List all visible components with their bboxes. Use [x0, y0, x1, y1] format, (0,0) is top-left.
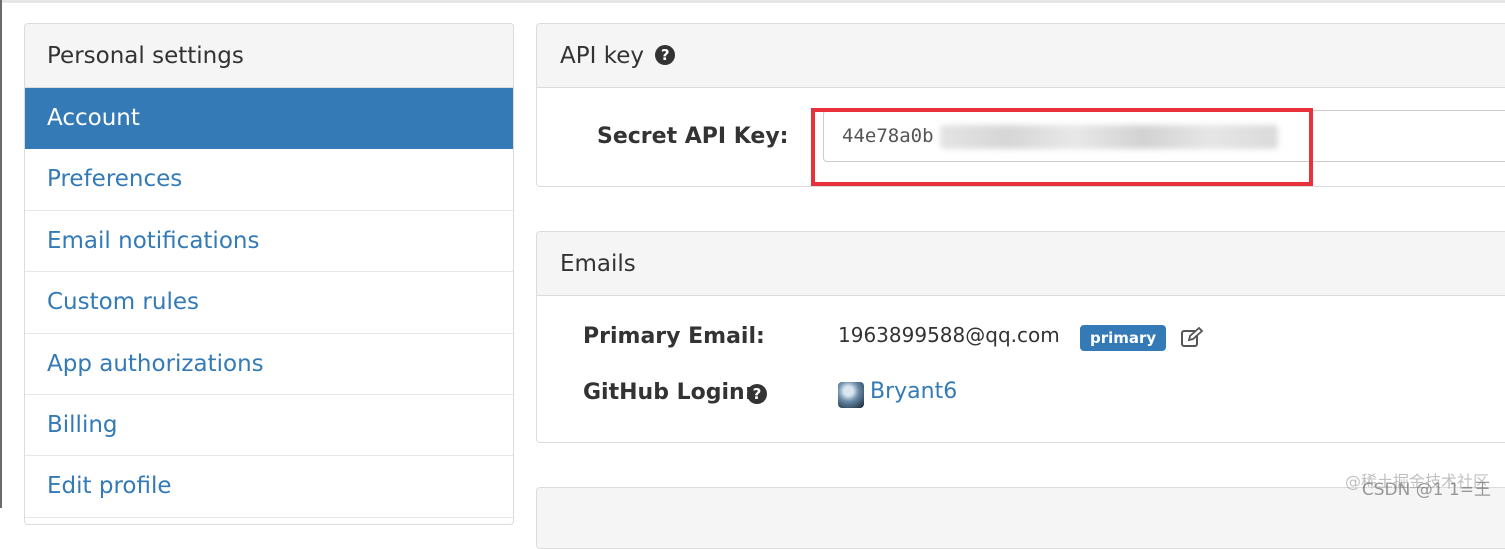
top-divider — [0, 0, 1505, 3]
question-circle-icon[interactable]: ? — [747, 384, 767, 404]
api-key-title: API key — [560, 43, 644, 69]
settings-sidebar: Personal settings Account Preferences Em… — [24, 23, 514, 525]
github-user-link[interactable]: Bryant6 — [870, 379, 957, 404]
question-circle-icon[interactable]: ? — [655, 44, 676, 65]
next-panel — [536, 487, 1505, 549]
api-key-panel-heading: API key ? — [537, 24, 1505, 88]
sidebar-item-edit-profile[interactable]: Edit profile — [25, 456, 513, 518]
secret-api-key-label: Secret API Key: — [597, 124, 789, 149]
edit-icon[interactable] — [1180, 326, 1204, 348]
secret-api-key-value: 44e78a0b — [842, 125, 934, 147]
sidebar-item-app-authorizations[interactable]: App authorizations — [25, 334, 513, 395]
sidebar-item-custom-rules[interactable]: Custom rules — [25, 272, 513, 334]
primary-badge: primary — [1080, 325, 1167, 351]
window-left-edge — [0, 0, 2, 508]
sidebar-title: Personal settings — [25, 24, 513, 88]
emails-title: Emails — [560, 251, 636, 277]
sidebar-item-account[interactable]: Account — [25, 88, 513, 150]
emails-body: Primary Email: 1963899588@qq.com primary… — [537, 296, 1505, 441]
sidebar-item-billing[interactable]: Billing — [25, 395, 513, 457]
api-key-panel: API key ? Secret API Key: 44e78a0b — [536, 23, 1505, 187]
sidebar-item-preferences[interactable]: Preferences — [25, 149, 513, 211]
primary-email-label: Primary Email: — [583, 324, 765, 349]
secret-api-key-field[interactable]: 44e78a0b — [823, 110, 1505, 162]
api-key-body: Secret API Key: 44e78a0b — [537, 88, 1505, 185]
next-panel-heading — [537, 488, 1505, 548]
primary-email-value: 1963899588@qq.com — [838, 323, 1060, 347]
github-login-label: GitHub Login: — [583, 380, 754, 405]
watermark-csdn: CSDN @1 1=王 — [1361, 480, 1491, 500]
github-avatar — [838, 382, 864, 408]
sidebar-item-email-notifications[interactable]: Email notifications — [25, 211, 513, 273]
emails-panel-heading: Emails — [537, 232, 1505, 296]
emails-panel: Emails Primary Email: 1963899588@qq.com … — [536, 231, 1505, 443]
redacted-key-blur — [940, 125, 1278, 149]
